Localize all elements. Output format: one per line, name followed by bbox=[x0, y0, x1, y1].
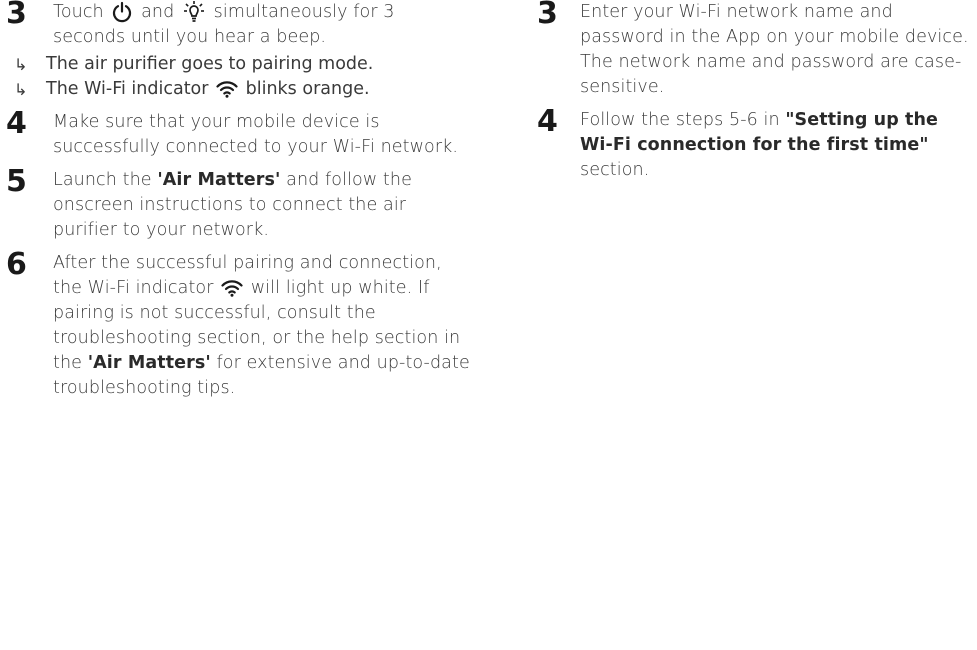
step-text: Follow the steps 5-6 in "Setting up the … bbox=[580, 110, 939, 180]
step-5-left: 5 Launch the 'Air Matters' and follow th… bbox=[0, 164, 470, 243]
step-4-left: 4 Make sure that your mobile device is s… bbox=[0, 106, 470, 160]
result-arrow: ↳ bbox=[14, 55, 28, 74]
step-text: After the successful pairing and connect… bbox=[53, 253, 470, 398]
right-column: 3 Enter your Wi-Fi network name and pass… bbox=[527, 0, 977, 191]
app-name: 'Air Matters' bbox=[157, 170, 281, 190]
step-3-result-1: ↳ The air purifier goes to pairing mode. bbox=[0, 52, 470, 77]
step-text: Launch the 'Air Matters' and follow the … bbox=[53, 170, 412, 240]
wifi-icon bbox=[221, 279, 243, 297]
step-text: Enter your Wi-Fi network name and passwo… bbox=[580, 2, 969, 97]
app-name: 'Air Matters' bbox=[87, 353, 211, 373]
step-number: 5 bbox=[6, 164, 27, 199]
step-4-right: 4 Follow the steps 5-6 in "Setting up th… bbox=[527, 104, 977, 183]
step-text: Touch and simultaneously for 3 seconds u… bbox=[53, 0, 395, 47]
left-column: 3 Touch and simultaneously for 3 seconds… bbox=[0, 0, 470, 409]
light-bulb-icon bbox=[183, 0, 205, 24]
wifi-icon bbox=[216, 80, 238, 98]
step-number: 4 bbox=[537, 104, 558, 139]
step-3-result-2: ↳ The Wi-Fi indicator blinks orange. bbox=[0, 77, 470, 102]
result-arrow: ↳ bbox=[14, 80, 28, 99]
step-number: 3 bbox=[537, 0, 558, 31]
step-3-left: 3 Touch and simultaneously for 3 seconds… bbox=[0, 0, 470, 50]
step-6-left: 6 After the successful pairing and conne… bbox=[0, 247, 470, 401]
step-number: 3 bbox=[6, 0, 27, 31]
power-icon bbox=[111, 1, 133, 23]
step-3-right: 3 Enter your Wi-Fi network name and pass… bbox=[527, 0, 977, 100]
step-number: 4 bbox=[6, 106, 27, 141]
step-text: Make sure that your mobile device is suc… bbox=[53, 112, 459, 157]
step-number: 6 bbox=[6, 247, 27, 282]
